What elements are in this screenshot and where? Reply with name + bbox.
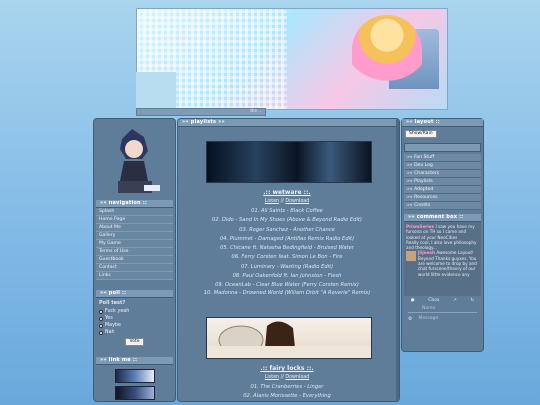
poll-option[interactable]: Yes [99,315,170,322]
show-rain-button[interactable]: Show/Rain [405,130,437,138]
links-header [404,143,481,152]
listen-link[interactable]: Listen [265,375,279,380]
name-field[interactable]: Name [408,305,477,313]
nav-item-contact[interactable]: Contact [96,264,173,272]
radio-icon[interactable] [99,316,103,321]
wetware-cover-image [206,141,372,183]
avatar [104,125,162,199]
comment-list: PrismSeries I saw you have my fursona on… [404,222,481,296]
banner-bar: the ... [136,108,266,116]
nav-item-gallery[interactable]: Gallery [96,232,173,240]
side-link-adopted[interactable]: »» Adopted [404,186,481,194]
fairy-locks-title: .:: fairy locks ::. [260,365,314,372]
track-item: 06. Ferry Corsten feat. Simon Le Bon - F… [231,254,343,261]
vote-button[interactable]: Vote [125,338,144,346]
comment-box-header: »» comment box :: [404,214,481,222]
track-item: 05. Chicane ft. Natasha Bedingfield - Br… [220,245,354,252]
side-links: »» Fan Stuff »» Dev Log »» Characters »»… [404,154,481,210]
nav-item-game[interactable]: My Game [96,240,173,248]
track-item: 01. The Cranberries - Linger [250,384,324,390]
user-icon[interactable]: ● [411,298,415,303]
wetware-title: .:: wetware ::. [263,189,311,196]
nav-item-terms[interactable]: Terms of Use [96,248,173,256]
side-link-dev-log[interactable]: »» Dev Log [404,162,481,170]
track-item: 02. Alanis Morissette - Everything [243,393,331,400]
track-item: 03. Roger Sanchez - Another Chance [239,226,335,233]
track-item: 04. Plummet - Damaged (Antillas Remix Ra… [219,235,355,242]
fairy-locks-tracklist: 01. The Cranberries - Linger 02. Alanis … [178,383,396,401]
external-link-icon[interactable]: ↗ [453,298,457,303]
link-button-88x31[interactable] [114,369,155,383]
fairy-locks-links: Listen // Download [264,375,310,380]
track-item: 02. Dido - Sand In My Shoes (Above & Bey… [212,217,362,224]
nav-item-links[interactable]: Links [96,272,173,280]
cbox-toolbar: ● Cbox ↗ ↻ [404,296,481,305]
side-link-fan-stuff[interactable]: »» Fan Stuff [404,154,481,162]
track-item: 01. All Saints - Black Coffee [251,208,323,214]
nav-item-about[interactable]: About Me [96,224,173,232]
left-sidebar: »» navigation :: Splash Home Page About … [93,118,176,402]
header-banner [136,8,448,110]
wetware-tracklist: 01. All Saints - Black Coffee 02. Dido -… [178,207,396,296]
navigation-panel: »» navigation :: Splash Home Page About … [96,200,173,280]
link-me-panel: »» link me :: [96,357,173,400]
commenter-avatar [406,251,416,262]
download-link[interactable]: Download [285,375,309,380]
side-link-credits[interactable]: »» Credits [404,202,481,210]
link-me-header: »» link me :: [96,357,173,365]
side-link-characters[interactable]: »» Characters [404,170,481,178]
radio-icon[interactable] [99,323,103,328]
track-item: 10. Madonna - Drowned World (Wiliam Orbi… [203,289,371,296]
refresh-icon[interactable]: ↻ [470,298,474,303]
link-button-88x31[interactable] [114,386,155,400]
comment-entry: Really cool, I also love philosophy and … [406,239,477,251]
navigation-header: »» navigation :: [96,200,173,208]
poll-option[interactable]: Maybe [99,322,170,329]
main-content: »» playlists »» .:: wetware ::. Listen /… [177,118,400,402]
layout-header: »» layout :: [402,119,483,127]
fairy-locks-cover-image [206,317,372,359]
nav-item-home[interactable]: Home Page [96,216,173,224]
radio-icon[interactable] [99,330,103,335]
radio-icon[interactable] [99,309,103,314]
comment-entry: Jiijeesh Awesome Layout! Beyond Thanks g… [406,250,479,277]
poll-panel: »» poll :: Poll test? Fuck yeah Yes Mayb… [96,290,173,348]
banner-character [352,15,422,107]
nav-list: Splash Home Page About Me Gallery My Gam… [96,208,173,280]
poll-question: Poll test? [99,300,126,306]
track-item: 07. Luminary - Wasting (Radio Edit) [240,263,334,270]
playlists-header: »» playlists »» [178,119,399,127]
poll-option[interactable]: Fuck yeah [99,308,170,315]
comment-entry: PrismSeries I saw you have my fursona on… [406,224,475,240]
side-link-playlists[interactable]: »» Playlists [404,178,481,186]
right-sidebar: »» layout :: Show/Rain »» Fan Stuff »» D… [401,118,484,352]
banner-notch [136,72,176,109]
side-link-resources[interactable]: »» Resources [404,194,481,202]
comment-box: »» comment box :: PrismSeries I saw you … [404,214,481,323]
download-link[interactable]: Download [285,199,309,204]
poll-option[interactable]: Nah [99,329,170,336]
cbox-label: Cbox [428,298,440,303]
track-item: 08. Paul Oakenfold ft. Ian Johnston - Fl… [232,273,342,280]
listen-link[interactable]: Listen [265,199,279,204]
message-field[interactable]: Message [412,316,438,321]
scrollbar[interactable] [396,119,399,401]
nav-item-splash[interactable]: Splash [96,208,173,216]
wetware-links: Listen // Download [264,199,310,204]
nav-item-guestbook[interactable]: Guestbook [96,256,173,264]
poll-header: »» poll :: [96,290,173,298]
